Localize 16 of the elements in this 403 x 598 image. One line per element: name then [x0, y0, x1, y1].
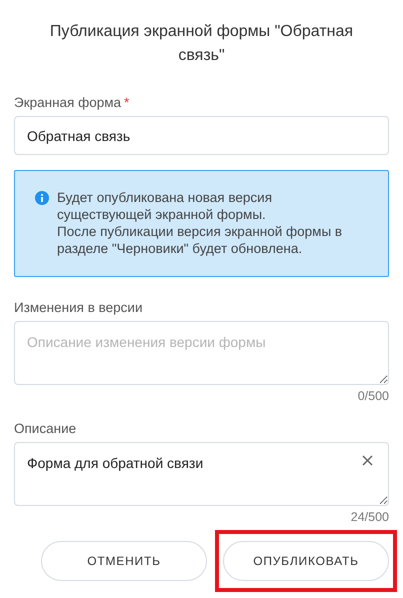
- dialog-button[interactable]: ОТМЕНИТЬ: [41, 541, 207, 581]
- field-label: Описание: [14, 421, 76, 436]
- info-icon: [35, 191, 49, 205]
- character-counter: 24/500: [350, 510, 389, 524]
- clear-icon[interactable]: [362, 455, 373, 466]
- info-text: Будет опубликована новая версия существующей экранной формы.: [57, 189, 273, 223]
- field-label: Изменения в версии: [14, 300, 142, 315]
- character-counter: 0/500: [358, 389, 389, 403]
- text-area[interactable]: Форма для обратной связи: [14, 442, 389, 506]
- input-field[interactable]: Обратная связь: [14, 116, 389, 155]
- dialog-button[interactable]: ОПУБЛИКОВАТЬ: [223, 541, 389, 581]
- text-area[interactable]: Описание изменения версии формы: [14, 321, 389, 385]
- required-asterisk: *: [124, 95, 130, 110]
- info-text: После публикации версия экранной формы в разделе "Черновики" будет обновлена.: [57, 223, 344, 257]
- dialog-title: Публикация экранной формы "Обратная связь": [48, 22, 354, 66]
- field-label: Экранная форма: [14, 95, 122, 110]
